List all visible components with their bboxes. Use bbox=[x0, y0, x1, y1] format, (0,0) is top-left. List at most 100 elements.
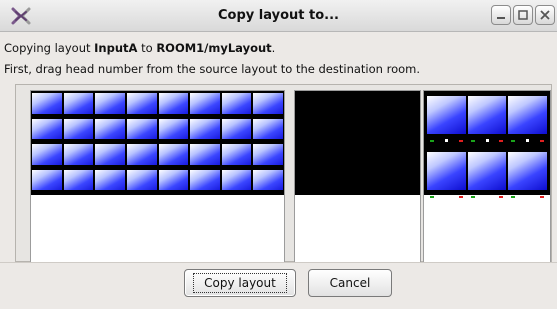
window-title: Copy layout to... bbox=[218, 8, 339, 23]
head-thumbnail[interactable] bbox=[126, 118, 157, 142]
status-marker bbox=[224, 139, 229, 141]
status-marker bbox=[445, 195, 448, 198]
status-marker bbox=[193, 139, 198, 141]
destination-layout-grid bbox=[424, 91, 550, 198]
destination-room-empty[interactable] bbox=[294, 90, 421, 263]
maximize-button[interactable] bbox=[513, 5, 533, 25]
status-marker bbox=[161, 113, 166, 116]
status-marker bbox=[276, 139, 280, 141]
status-marker bbox=[470, 140, 475, 142]
minimize-button[interactable] bbox=[491, 5, 511, 25]
head-thumbnail[interactable] bbox=[126, 169, 157, 193]
status-marker bbox=[66, 113, 71, 116]
head-thumbnail[interactable] bbox=[95, 169, 125, 193]
head-thumbnail[interactable] bbox=[253, 93, 283, 117]
head-thumbnail[interactable] bbox=[63, 169, 94, 193]
head-thumbnail[interactable] bbox=[126, 144, 157, 168]
status-marker bbox=[276, 113, 280, 116]
status-marker bbox=[98, 164, 103, 167]
status-marker bbox=[470, 196, 475, 198]
status-marker bbox=[193, 164, 198, 167]
status-marker bbox=[485, 139, 489, 142]
head-thumbnail[interactable] bbox=[32, 144, 62, 168]
status-marker bbox=[224, 113, 229, 116]
head-thumbnail[interactable] bbox=[221, 93, 252, 117]
status-marker bbox=[485, 195, 489, 198]
head-thumbnail[interactable] bbox=[253, 169, 283, 193]
message-prefix: Copying layout bbox=[4, 41, 95, 55]
instruction-text: First, drag head number from the source … bbox=[4, 62, 420, 76]
status-marker bbox=[244, 139, 249, 141]
head-thumbnail[interactable] bbox=[95, 144, 125, 168]
source-layout-panel[interactable] bbox=[30, 90, 285, 263]
head-thumbnail[interactable] bbox=[253, 144, 283, 168]
copy-message: Copying layout InputA to ROOM1/myLayout. bbox=[4, 41, 275, 55]
destination-monitor[interactable] bbox=[427, 152, 466, 198]
head-thumbnail[interactable] bbox=[221, 169, 252, 193]
destination-name: ROOM1/myLayout bbox=[156, 41, 272, 55]
empty-monitor-area bbox=[295, 91, 420, 195]
status-marker bbox=[181, 164, 186, 167]
head-thumbnail[interactable] bbox=[32, 169, 62, 193]
head-thumbnail[interactable] bbox=[190, 144, 220, 168]
head-thumbnail[interactable] bbox=[221, 144, 252, 168]
message-middle: to bbox=[137, 41, 157, 55]
status-marker bbox=[499, 196, 504, 198]
status-marker bbox=[256, 139, 261, 141]
head-thumbnail[interactable] bbox=[158, 118, 189, 142]
status-marker bbox=[35, 113, 39, 116]
head-thumbnail[interactable] bbox=[190, 93, 220, 117]
status-marker bbox=[276, 164, 280, 167]
status-marker bbox=[458, 196, 463, 198]
status-marker bbox=[181, 139, 186, 141]
status-marker bbox=[212, 164, 217, 167]
status-marker bbox=[129, 190, 134, 192]
head-thumbnail[interactable] bbox=[126, 93, 157, 117]
destination-monitor[interactable] bbox=[508, 96, 547, 142]
status-marker bbox=[445, 139, 448, 142]
status-marker bbox=[458, 140, 463, 142]
status-marker bbox=[244, 113, 249, 116]
status-marker bbox=[256, 164, 261, 167]
status-marker bbox=[86, 139, 91, 141]
status-marker bbox=[540, 196, 544, 198]
status-marker bbox=[161, 164, 166, 167]
destination-monitor[interactable] bbox=[467, 152, 507, 198]
status-marker bbox=[98, 113, 103, 116]
head-thumbnail[interactable] bbox=[253, 118, 283, 142]
close-button[interactable] bbox=[535, 5, 555, 25]
head-thumbnail[interactable] bbox=[63, 144, 94, 168]
status-marker bbox=[540, 140, 544, 142]
head-thumbnail[interactable] bbox=[95, 93, 125, 117]
destination-monitor[interactable] bbox=[467, 96, 507, 142]
head-thumbnail[interactable] bbox=[158, 169, 189, 193]
status-marker bbox=[499, 140, 504, 142]
head-thumbnail[interactable] bbox=[95, 118, 125, 142]
divider bbox=[0, 262, 557, 263]
destination-monitor[interactable] bbox=[508, 152, 547, 198]
head-thumbnail[interactable] bbox=[63, 118, 94, 142]
head-thumbnail[interactable] bbox=[63, 93, 94, 117]
head-thumbnail[interactable] bbox=[158, 144, 189, 168]
head-thumbnail[interactable] bbox=[158, 93, 189, 117]
destination-room-layout[interactable] bbox=[423, 90, 551, 263]
close-icon bbox=[540, 10, 550, 20]
status-marker bbox=[129, 139, 134, 141]
head-thumbnail[interactable] bbox=[221, 118, 252, 142]
status-marker bbox=[181, 190, 186, 192]
title-bar[interactable]: Copy layout to... bbox=[0, 0, 557, 32]
head-thumbnail[interactable] bbox=[32, 93, 62, 117]
status-marker bbox=[54, 190, 59, 192]
status-marker bbox=[35, 190, 39, 192]
status-marker bbox=[256, 113, 261, 116]
head-thumbnail[interactable] bbox=[190, 169, 220, 193]
status-marker bbox=[86, 190, 91, 192]
maximize-icon bbox=[518, 10, 528, 20]
status-marker bbox=[149, 164, 154, 167]
cancel-button[interactable]: Cancel bbox=[308, 269, 392, 297]
head-thumbnail[interactable] bbox=[32, 118, 62, 142]
destination-monitor[interactable] bbox=[427, 96, 466, 142]
copy-layout-button[interactable]: Copy layout bbox=[184, 269, 296, 297]
copy-layout-label: Copy layout bbox=[193, 273, 287, 293]
head-thumbnail[interactable] bbox=[190, 118, 220, 142]
